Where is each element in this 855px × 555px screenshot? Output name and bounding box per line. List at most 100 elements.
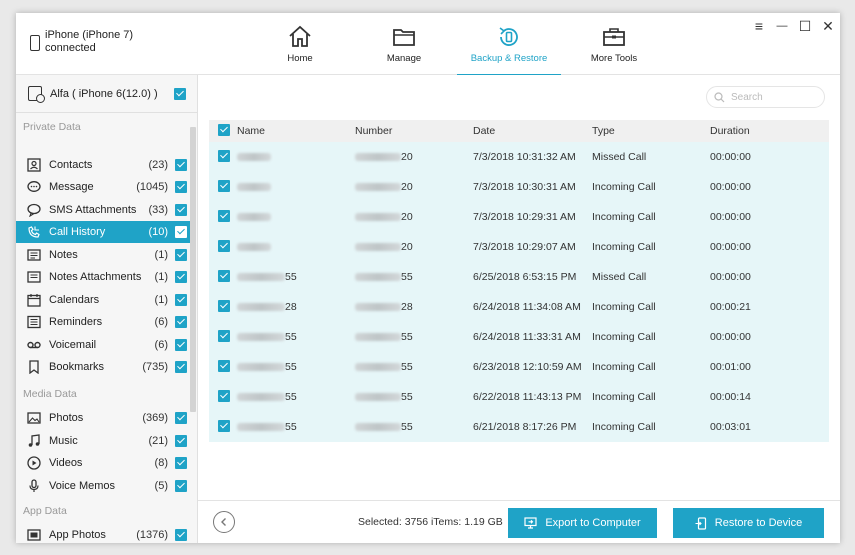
row-checkbox[interactable] bbox=[218, 329, 230, 342]
row-number: 55 bbox=[355, 361, 473, 373]
export-to-computer-button[interactable]: Export to Computer bbox=[508, 508, 657, 538]
row-checkbox[interactable] bbox=[218, 359, 230, 372]
sidebar-item-message[interactable]: Message (1045) bbox=[16, 176, 190, 198]
sidebar-item-sms-attachments[interactable]: SMS Attachments (33) bbox=[16, 199, 190, 221]
sidebar-item-checkbox[interactable] bbox=[175, 294, 187, 306]
row-duration: 00:00:00 bbox=[710, 331, 751, 343]
sidebar-item-checkbox[interactable] bbox=[175, 457, 187, 469]
sidebar-item-checkbox[interactable] bbox=[175, 361, 187, 373]
sidebar-item-checkbox[interactable] bbox=[175, 226, 187, 238]
sidebar-device[interactable]: Alfa ( iPhone 6(12.0) ) bbox=[16, 75, 198, 113]
row-checkbox[interactable] bbox=[218, 269, 230, 282]
nav-home[interactable]: Home bbox=[248, 13, 352, 75]
table-row[interactable]: 55 55 6/21/2018 8:17:26 PM Incoming Call… bbox=[209, 412, 829, 442]
sidebar-item-count: (21) bbox=[148, 435, 168, 447]
redacted-name bbox=[237, 333, 285, 342]
sidebar-item-photos[interactable]: Photos (369) bbox=[16, 407, 190, 429]
row-duration: 00:00:00 bbox=[710, 151, 751, 163]
row-date: 6/24/2018 11:34:08 AM bbox=[473, 301, 581, 313]
row-type: Incoming Call bbox=[592, 181, 656, 193]
column-type[interactable]: Type bbox=[592, 125, 710, 137]
sidebar-item-videos[interactable]: Videos (8) bbox=[16, 452, 190, 474]
row-checkbox[interactable] bbox=[218, 179, 230, 192]
table-row[interactable]: 55 55 6/24/2018 11:33:31 AM Incoming Cal… bbox=[209, 322, 829, 352]
sidebar-item-checkbox[interactable] bbox=[175, 435, 187, 447]
sidebar-item-count: (1) bbox=[154, 249, 168, 261]
table-row[interactable]: 55 55 6/22/2018 11:43:13 PM Incoming Cal… bbox=[209, 382, 829, 412]
row-number: 20 bbox=[355, 241, 473, 253]
sidebar-item-bookmarks[interactable]: Bookmarks (735) bbox=[16, 356, 190, 378]
sidebar-item-music[interactable]: Music (21) bbox=[16, 430, 190, 452]
sidebar-item-notes-attachments[interactable]: Notes Attachments (1) bbox=[16, 266, 190, 288]
sidebar-item-reminders[interactable]: Reminders (6) bbox=[16, 311, 190, 333]
device-lock-icon bbox=[28, 86, 45, 103]
row-type: Incoming Call bbox=[592, 301, 656, 313]
nav-backup-restore[interactable]: Backup & Restore bbox=[457, 13, 561, 76]
row-checkbox[interactable] bbox=[218, 209, 230, 222]
sidebar-item-checkbox[interactable] bbox=[175, 339, 187, 351]
sidebar-item-voice-memos[interactable]: Voice Memos (5) bbox=[16, 475, 190, 497]
column-number[interactable]: Number bbox=[355, 125, 473, 137]
select-all-checkbox[interactable] bbox=[218, 123, 230, 136]
nav-manage[interactable]: Manage bbox=[352, 13, 456, 75]
row-checkbox[interactable] bbox=[218, 389, 230, 402]
table-row[interactable]: 20 7/3/2018 10:29:31 AM Incoming Call 00… bbox=[209, 202, 829, 232]
search-box[interactable]: Search bbox=[706, 86, 825, 108]
row-checkbox[interactable] bbox=[218, 149, 230, 162]
restore-to-device-button[interactable]: Restore to Device bbox=[673, 508, 824, 538]
redacted-name bbox=[237, 183, 271, 192]
row-type: Incoming Call bbox=[592, 421, 656, 433]
redacted-number bbox=[355, 183, 401, 192]
voicemail-icon bbox=[27, 338, 41, 352]
device-checkbox[interactable] bbox=[174, 87, 186, 100]
sidebar-item-calendars[interactable]: Calendars (1) bbox=[16, 289, 190, 311]
menu-icon[interactable]: ≡ bbox=[752, 19, 766, 33]
table-header: Name Number Date Type Duration bbox=[209, 120, 829, 142]
sidebar-item-checkbox[interactable] bbox=[175, 271, 187, 283]
sidebar-item-voicemail[interactable]: Voicemail (6) bbox=[16, 334, 190, 356]
row-name: 55 bbox=[237, 331, 355, 343]
redacted-number bbox=[355, 423, 401, 432]
column-date[interactable]: Date bbox=[473, 125, 592, 137]
sidebar-item-checkbox[interactable] bbox=[175, 204, 187, 216]
chevron-left-icon bbox=[221, 518, 226, 526]
table-row[interactable]: 55 55 6/25/2018 6:53:15 PM Missed Call 0… bbox=[209, 262, 829, 292]
column-name[interactable]: Name bbox=[237, 125, 355, 137]
close-icon[interactable]: ✕ bbox=[821, 19, 835, 33]
sidebar-item-notes[interactable]: Notes (1) bbox=[16, 244, 190, 266]
photos-icon bbox=[27, 411, 41, 425]
row-duration: 00:00:14 bbox=[710, 391, 751, 403]
back-button[interactable] bbox=[213, 511, 235, 533]
table-row[interactable]: 20 7/3/2018 10:29:07 AM Incoming Call 00… bbox=[209, 232, 829, 262]
redacted-name bbox=[237, 363, 285, 372]
row-checkbox[interactable] bbox=[218, 299, 230, 312]
table-row[interactable]: 55 55 6/23/2018 12:10:59 AM Incoming Cal… bbox=[209, 352, 829, 382]
redacted-number bbox=[355, 363, 401, 372]
sidebar-item-checkbox[interactable] bbox=[175, 181, 187, 193]
sidebar-scrollbar[interactable] bbox=[190, 127, 196, 412]
table-row[interactable]: 20 7/3/2018 10:30:31 AM Incoming Call 00… bbox=[209, 172, 829, 202]
sidebar-item-label: Bookmarks bbox=[49, 361, 105, 373]
sidebar-item-checkbox[interactable] bbox=[175, 529, 187, 541]
sidebar-item-contacts[interactable]: Contacts (23) bbox=[16, 154, 190, 176]
sidebar-item-checkbox[interactable] bbox=[175, 316, 187, 328]
row-checkbox[interactable] bbox=[218, 239, 230, 252]
sidebar-item-call-history[interactable]: Call History (10) bbox=[16, 221, 190, 243]
sidebar-item-count: (33) bbox=[148, 204, 168, 216]
row-type: Incoming Call bbox=[592, 391, 656, 403]
search-input[interactable]: Search bbox=[731, 92, 763, 103]
sidebar-item-app-photos[interactable]: App Photos (1376) bbox=[16, 524, 190, 543]
sidebar-item-checkbox[interactable] bbox=[175, 249, 187, 261]
column-duration[interactable]: Duration bbox=[710, 125, 829, 137]
sidebar-item-checkbox[interactable] bbox=[175, 412, 187, 424]
table-row[interactable]: 28 28 6/24/2018 11:34:08 AM Incoming Cal… bbox=[209, 292, 829, 322]
minimize-icon[interactable]: — bbox=[775, 19, 789, 33]
row-checkbox[interactable] bbox=[218, 419, 230, 432]
table-row[interactable]: 20 7/3/2018 10:31:32 AM Missed Call 00:0… bbox=[209, 142, 829, 172]
sidebar-item-checkbox[interactable] bbox=[175, 159, 187, 171]
backup-restore-icon bbox=[499, 27, 518, 46]
nav-more-tools[interactable]: More Tools bbox=[562, 13, 666, 75]
sidebar-item-checkbox[interactable] bbox=[175, 480, 187, 492]
maximize-icon[interactable]: ☐ bbox=[798, 19, 812, 33]
section-media-data: Media Data bbox=[23, 388, 77, 400]
